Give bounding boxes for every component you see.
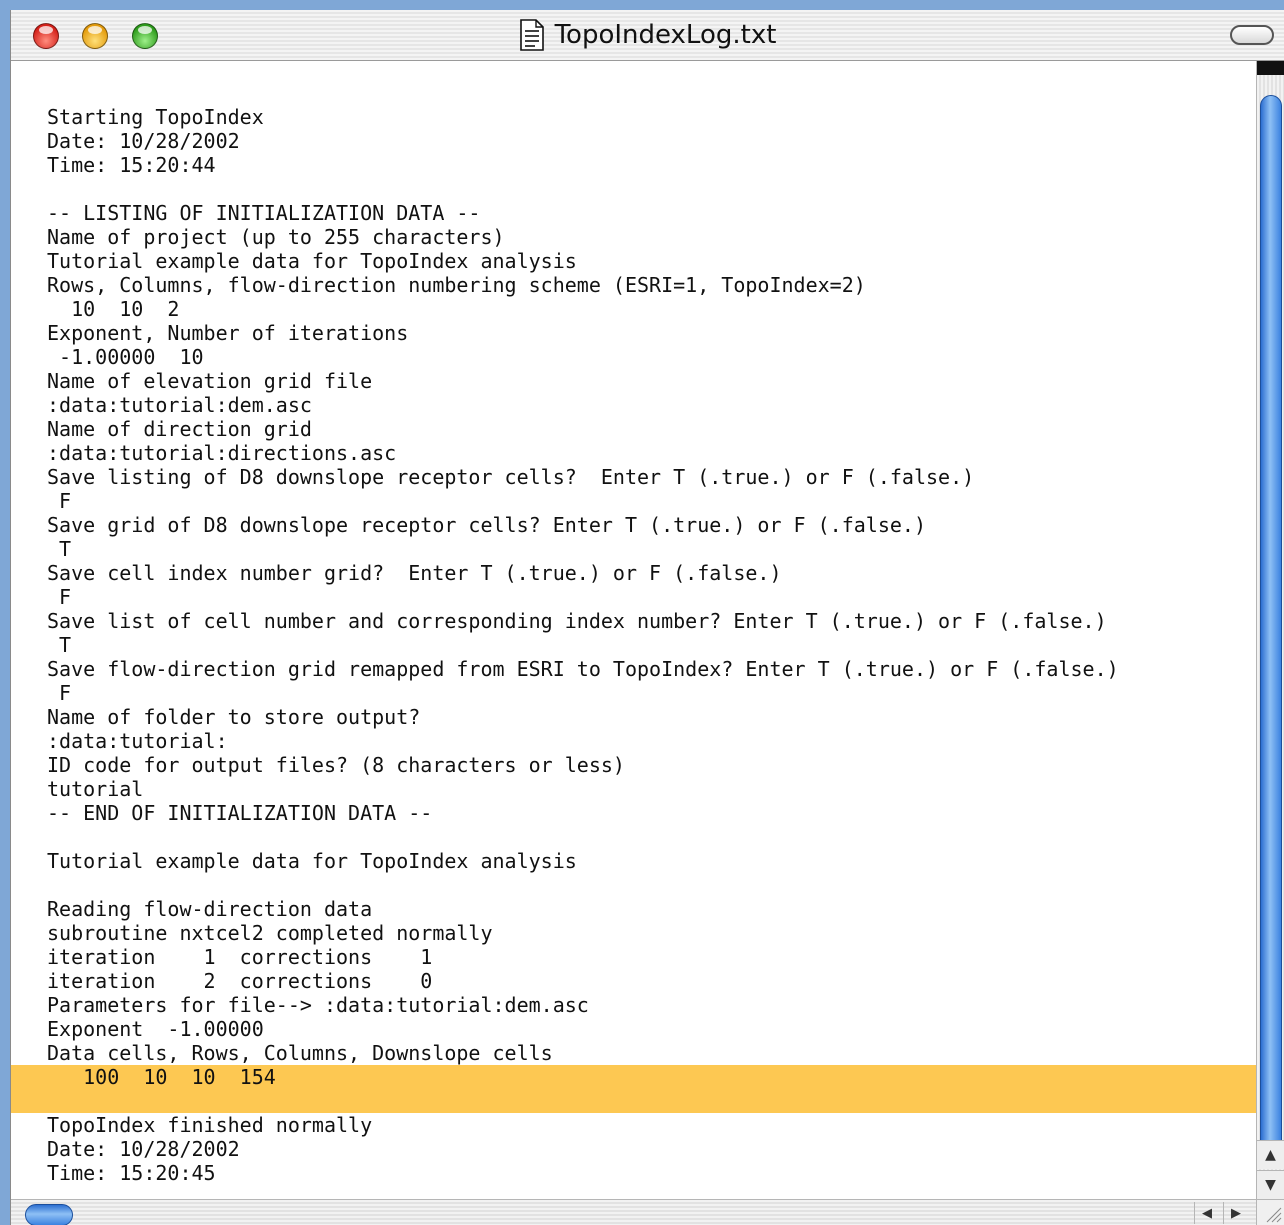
log-line: iteration 2 corrections 0: [47, 969, 433, 993]
document-text-area[interactable]: Starting TopoIndex Date: 10/28/2002 Time: …: [11, 61, 1256, 1199]
log-line: Exponent -1.00000: [47, 1017, 264, 1041]
log-line: Date: 10/28/2002: [47, 129, 240, 153]
log-line: Save grid of D8 downslope receptor cells…: [47, 513, 926, 537]
log-line: Starting TopoIndex: [47, 105, 264, 129]
log-line: iteration 1 corrections 1: [47, 945, 433, 969]
text-window: TopoIndexLog.txt Starting TopoIndex Date:…: [10, 10, 1284, 1225]
log-line: F: [47, 585, 72, 609]
log-line: Time: 15:20:45: [47, 1161, 216, 1185]
arrow-down-icon: ▼: [1265, 1177, 1276, 1193]
log-line: -- LISTING OF INITIALIZATION DATA --: [47, 201, 481, 225]
log-line: Save cell index number grid? Enter T (.t…: [47, 561, 782, 585]
arrow-right-icon: ▶: [1231, 1205, 1241, 1221]
log-line: :data:tutorial:directions.asc: [47, 441, 397, 465]
toolbar-toggle-button[interactable]: [1230, 25, 1274, 45]
log-line: :data:tutorial:: [47, 729, 228, 753]
scrollbar-top-cap: [1257, 61, 1284, 75]
scroll-down-button[interactable]: ▼: [1257, 1170, 1284, 1199]
window-title: TopoIndexLog.txt: [554, 20, 777, 50]
log-line: Time: 15:20:44: [47, 153, 216, 177]
log-line: Data cells, Rows, Columns, Downslope cel…: [47, 1041, 553, 1065]
log-line: -- END OF INITIALIZATION DATA --: [47, 801, 433, 825]
log-line: :data:tutorial:dem.asc: [47, 393, 312, 417]
log-line: ID code for output files? (8 characters …: [47, 753, 625, 777]
log-line: Name of elevation grid file: [47, 369, 373, 393]
log-line: TopoIndex finished normally: [47, 1113, 373, 1137]
horizontal-arrows: ◀ ▶: [1194, 1202, 1248, 1224]
arrow-left-icon: ◀: [1202, 1205, 1212, 1221]
log-line: Tutorial example data for TopoIndex anal…: [47, 249, 577, 273]
scroll-right-button[interactable]: ▶: [1223, 1202, 1248, 1224]
log-line: Save flow-direction grid remapped from E…: [47, 657, 1119, 681]
log-line: Exponent, Number of iterations: [47, 321, 409, 345]
log-line: 10 10 2: [47, 297, 180, 321]
log-line: -1.00000 10: [47, 345, 204, 369]
log-line: Reading flow-direction data: [47, 897, 373, 921]
horizontal-scrollbar[interactable]: ◀ ▶: [11, 1199, 1256, 1225]
log-line-highlighted: [11, 1089, 1256, 1113]
log-line: Date: 10/28/2002: [47, 1137, 240, 1161]
log-line-highlighted: 100 10 10 154: [11, 1065, 1256, 1089]
title-bar[interactable]: TopoIndexLog.txt: [11, 10, 1284, 61]
log-line: T: [47, 633, 72, 657]
text-document-icon: [519, 19, 544, 51]
log-text: Starting TopoIndex Date: 10/28/2002 Time: …: [11, 105, 1256, 1185]
resize-grip-icon: [1266, 1207, 1282, 1223]
arrow-up-icon: ▲: [1265, 1147, 1276, 1163]
log-line: Save listing of D8 downslope receptor ce…: [47, 465, 975, 489]
log-line: Save list of cell number and correspondi…: [47, 609, 1107, 633]
window-title-group: TopoIndexLog.txt: [11, 10, 1284, 60]
scroll-up-button[interactable]: ▲: [1257, 1140, 1284, 1169]
vertical-scrollbar[interactable]: ▲ ▼: [1256, 61, 1284, 1199]
log-line: F: [47, 489, 72, 513]
log-line: F: [47, 681, 72, 705]
log-line: Tutorial example data for TopoIndex anal…: [47, 849, 577, 873]
log-line: tutorial: [47, 777, 144, 801]
log-line: Parameters for file--> :data:tutorial:de…: [47, 993, 589, 1017]
log-line: T: [47, 537, 72, 561]
resize-grip[interactable]: [1256, 1199, 1284, 1225]
scroll-left-button[interactable]: ◀: [1194, 1202, 1219, 1224]
horizontal-scroll-thumb[interactable]: [25, 1204, 73, 1225]
log-line: subroutine nxtcel2 completed normally: [47, 921, 493, 945]
log-line: Name of folder to store output?: [47, 705, 421, 729]
vertical-scroll-thumb[interactable]: [1260, 95, 1282, 1165]
log-line: Name of direction grid: [47, 417, 312, 441]
log-line: Name of project (up to 255 characters): [47, 225, 505, 249]
log-line: Rows, Columns, flow-direction numbering …: [47, 273, 866, 297]
